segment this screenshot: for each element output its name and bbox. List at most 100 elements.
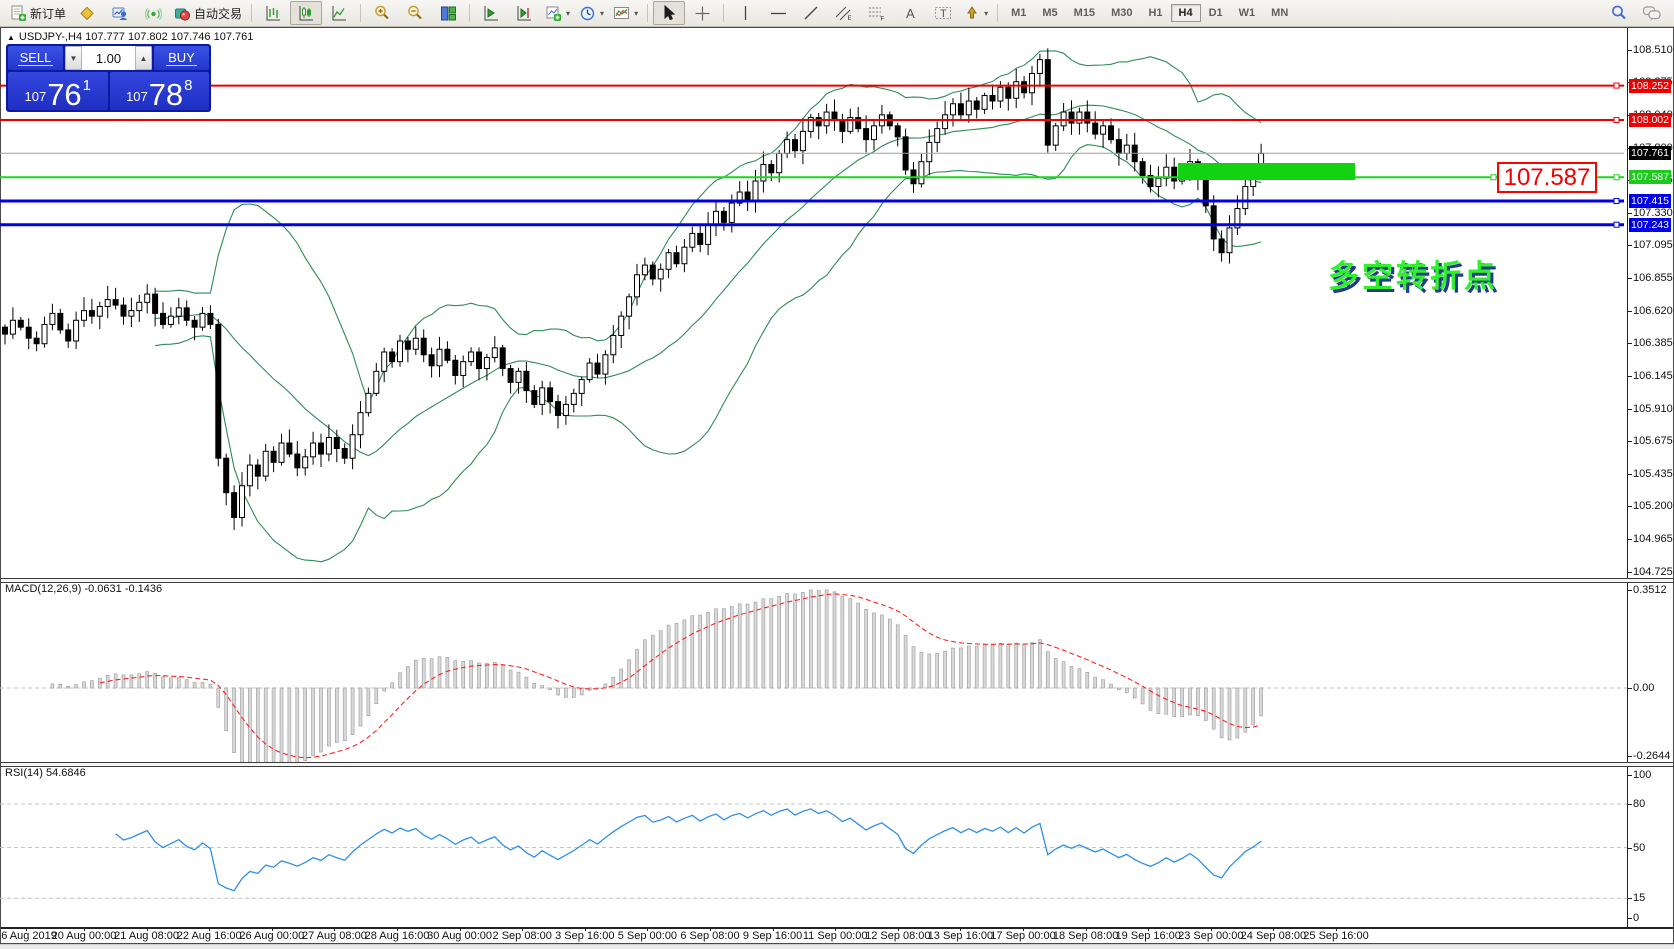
- accounts-button[interactable]: [104, 1, 136, 25]
- new-order-button[interactable]: 新订单: [6, 1, 70, 25]
- level-line-handle[interactable]: [1613, 117, 1620, 124]
- axis-tick: [1627, 376, 1632, 378]
- equidistant-channel-tool[interactable]: E: [828, 1, 860, 25]
- axis-tick: [1627, 440, 1632, 442]
- zoom-out-icon: [408, 5, 422, 20]
- level-line-handle[interactable]: [1613, 174, 1620, 181]
- axis-tick: [1627, 245, 1632, 247]
- date-tick-mark: [334, 927, 336, 931]
- timeframe-button-d1[interactable]: D1: [1201, 4, 1231, 22]
- sell-price-display[interactable]: 107 76 1: [8, 72, 108, 110]
- green-highlight-rectangle[interactable]: [1178, 163, 1355, 180]
- rsi-panel-divider[interactable]: [1, 762, 1673, 767]
- zoom-out-button[interactable]: [399, 1, 431, 25]
- date-tick-label: 5 Sep 00:00: [617, 930, 678, 942]
- auto-trading-icon: [175, 8, 191, 21]
- gold-diamond-icon: [80, 6, 94, 21]
- collapse-triangle-icon[interactable]: ▲: [7, 33, 15, 42]
- axis-tick: [1627, 756, 1632, 757]
- axis-tick: [1627, 571, 1632, 573]
- timeframe-button-m1[interactable]: M1: [1003, 4, 1034, 22]
- axis-tick: [1627, 343, 1632, 345]
- candlestick-mode-button[interactable]: [290, 1, 323, 25]
- zoom-in-button[interactable]: [366, 1, 398, 25]
- trendline-tool[interactable]: [795, 1, 827, 25]
- svg-text:A: A: [906, 6, 915, 21]
- axis-tick: [1627, 775, 1632, 776]
- price-badge-108.002: 108.002: [1629, 113, 1671, 128]
- date-tick-mark: [209, 927, 211, 931]
- signal-antenna-icon: [144, 7, 162, 20]
- sell-button[interactable]: SELL: [8, 46, 63, 70]
- timeframe-button-w1[interactable]: W1: [1231, 4, 1264, 22]
- price-tick-label: 106.855: [1633, 272, 1673, 285]
- price-level-label-box[interactable]: 107.587: [1497, 162, 1597, 193]
- date-tick-mark: [960, 927, 962, 931]
- timeframe-button-m5[interactable]: M5: [1034, 4, 1065, 22]
- toolbar-separator: [647, 4, 649, 22]
- signals-button[interactable]: [137, 1, 169, 25]
- bar-chart-mode-button[interactable]: [257, 1, 289, 25]
- horizontal-line-tool[interactable]: [762, 1, 794, 25]
- chart-title: ▲ USDJPY-,H4 107.777 107.802 107.746 107.…: [7, 31, 253, 43]
- chart-canvas[interactable]: [0, 0, 1674, 949]
- date-tick-mark: [835, 927, 837, 931]
- timeframe-button-m30[interactable]: M30: [1103, 4, 1140, 22]
- arrows-tool[interactable]: ▾: [960, 1, 992, 25]
- level-line-handle[interactable]: [1613, 221, 1620, 228]
- zoom-in-icon: [375, 5, 389, 20]
- templates-button[interactable]: ▾: [609, 1, 642, 25]
- cursor-tool-button[interactable]: [653, 1, 686, 25]
- dropdown-caret: ▾: [984, 8, 989, 18]
- auto-scroll-button[interactable]: [475, 1, 507, 25]
- timeframe-button-h1[interactable]: H1: [1140, 4, 1170, 22]
- macd-histogram: [50, 589, 1263, 762]
- volume-decrease-button[interactable]: ▼: [65, 46, 82, 70]
- axis-tick: [1627, 278, 1632, 280]
- new-chart-button[interactable]: ▾: [541, 1, 574, 25]
- buy-button[interactable]: BUY: [154, 46, 209, 70]
- date-tick-label: 12 Sep 08:00: [865, 930, 931, 942]
- toolbar-separator: [251, 4, 253, 22]
- chart-shift-button[interactable]: [508, 1, 540, 25]
- vertical-line-icon: [744, 6, 746, 20]
- level-line-handle[interactable]: [1613, 198, 1620, 205]
- line-chart-mode-button[interactable]: [323, 1, 355, 25]
- pivot-annotation-text[interactable]: 多空转折点: [1328, 251, 1498, 296]
- text-tool[interactable]: A: [894, 1, 926, 25]
- volume-value[interactable]: 1.00: [82, 46, 135, 70]
- macd-panel-divider[interactable]: [1, 578, 1673, 583]
- market-watch-button[interactable]: [71, 1, 103, 25]
- date-tick-mark: [772, 927, 774, 931]
- text-label-tool[interactable]: T: [927, 1, 959, 25]
- search-button[interactable]: [1603, 1, 1635, 25]
- vertical-line-tool[interactable]: [729, 1, 761, 25]
- dropdown-caret: ▾: [600, 8, 605, 18]
- axis-tick: [1627, 212, 1632, 214]
- date-tick-label: 20 Aug 00:00: [51, 930, 117, 942]
- timeframe-button-mn[interactable]: MN: [1263, 4, 1296, 22]
- timeframe-button-m15[interactable]: M15: [1066, 4, 1103, 22]
- crosshair-tool-button[interactable]: [686, 1, 718, 25]
- axis-tick: [1627, 590, 1632, 591]
- auto-trading-button[interactable]: 自动交易: [170, 1, 246, 25]
- main-toolbar: 新订单 自动交易 ▾ ▾ ▾ E F A T ▾ M1 M5 M15 M30 H…: [0, 0, 1674, 27]
- price-tick-label: 105.435: [1633, 468, 1673, 481]
- green-line-handle[interactable]: [1490, 174, 1497, 181]
- axis-tick: [1627, 474, 1632, 476]
- timeframe-button-h4[interactable]: H4: [1170, 4, 1201, 22]
- level-line-handle[interactable]: [1613, 82, 1620, 89]
- tile-windows-button[interactable]: [432, 1, 464, 25]
- fibonacci-tool[interactable]: F: [861, 1, 893, 25]
- axis-tick: [1627, 538, 1632, 540]
- buy-price-display[interactable]: 107 78 8: [109, 72, 209, 110]
- toolbar-separator: [997, 4, 999, 22]
- new-order-icon: [11, 5, 26, 21]
- volume-increase-button[interactable]: ▲: [135, 46, 152, 70]
- chat-button[interactable]: [1636, 1, 1668, 25]
- periods-button[interactable]: ▾: [575, 1, 608, 25]
- price-tick-label: 105.910: [1633, 402, 1673, 415]
- axis-tick: [1627, 847, 1632, 849]
- clock-icon: [580, 6, 595, 20]
- date-tick-mark: [84, 927, 85, 931]
